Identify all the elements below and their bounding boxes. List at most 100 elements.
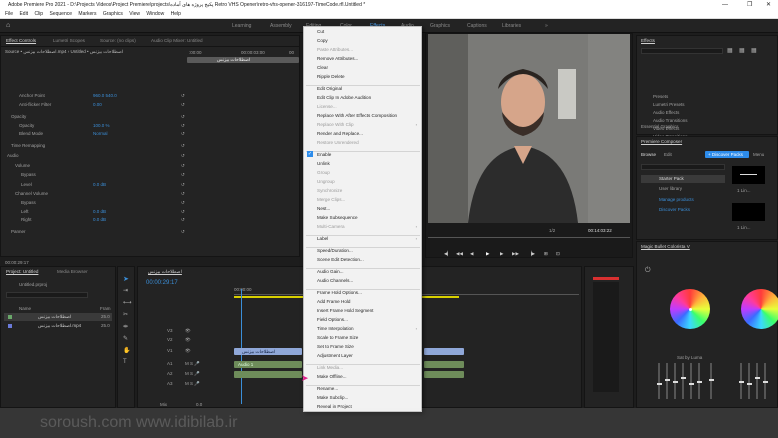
track-label[interactable]: V3 [167,328,173,333]
reset-icon[interactable]: ↺ [181,123,185,129]
fader-knob[interactable] [688,382,694,385]
ec-row-value[interactable]: 0.0 dB [93,182,106,187]
pen-icon[interactable]: ✎ [123,335,128,342]
menu-item-unlink[interactable]: Unlink [317,161,330,166]
fader-knob[interactable] [762,381,768,383]
menu-item-frame-hold-options[interactable]: Frame Hold Options... [317,290,362,295]
reset-icon[interactable]: ↺ [181,93,185,99]
reset-icon[interactable]: ↺ [181,114,185,120]
step-forward-icon[interactable]: ▕▶ [528,251,535,257]
menu-item-make-subclip[interactable]: Make Subclip... [317,395,348,400]
type-icon[interactable]: T [123,359,127,365]
workspace-captions[interactable]: Captions [467,23,487,29]
workspace-libraries[interactable]: Libraries [502,23,521,29]
fader-knob[interactable] [708,379,714,382]
fader-knob[interactable] [746,382,752,385]
mute-solo-icon[interactable]: M S 🎤 [185,361,200,367]
menu-item-set-to-frame-size[interactable]: Set to Frame Size [317,344,354,349]
composer-title[interactable]: Premiere Composer [641,139,682,144]
menu-item-remove-attributes[interactable]: Remove Attributes... [317,56,358,61]
accelerated-icon[interactable]: ▦ [739,47,745,54]
reset-icon[interactable]: ↺ [181,182,185,188]
track-label[interactable]: A1 [167,361,173,366]
reset-icon[interactable]: ↺ [181,209,185,215]
tab-source[interactable]: Source: (no clips) [100,38,136,43]
mute-solo-icon[interactable]: M S 🎤 [185,371,200,377]
timeline-audio-clip[interactable]: Audio 1 [234,361,302,368]
menu-help[interactable]: Help [171,10,181,19]
timeline-tab[interactable]: اصطلاحات بیزنس [148,269,182,275]
tree-item-starter-pack[interactable]: Starter Pack [641,175,725,183]
menu-item-ripple-delete[interactable]: Ripple Delete [317,74,345,79]
fader-knob[interactable] [664,379,670,382]
effects-folder-item[interactable]: Presets [653,94,668,99]
ec-row-value[interactable]: Normal [93,131,108,136]
menu-item-speed-duration[interactable]: Speed/Duration... [317,248,353,253]
timeline-video-clip[interactable] [424,348,464,355]
effects-folder-item[interactable]: Lumetri Presets [653,102,685,107]
pack-thumbnail[interactable] [732,203,765,221]
tab-project[interactable]: Project: Untitled [6,269,38,274]
reset-icon[interactable]: ↺ [181,172,185,178]
fader-knob[interactable] [738,381,744,383]
menu-view[interactable]: View [129,10,140,19]
workspace-learning[interactable]: Learning [232,23,251,29]
yuv-icon[interactable]: ▦ [751,47,757,54]
reset-icon[interactable]: ↺ [181,163,185,169]
menu-item-copy[interactable]: Copy [317,38,328,43]
fader-knob[interactable] [656,382,662,385]
menu-file[interactable]: File [5,10,13,19]
reset-icon[interactable]: ↺ [181,200,185,206]
rewind-icon[interactable]: ◀◀ [456,251,463,257]
menu-graphics[interactable]: Graphics [103,10,123,19]
eye-icon[interactable]: 👁 [185,337,191,343]
fader-track[interactable] [690,363,692,399]
ec-row-value[interactable]: 100.0 % [93,123,110,128]
workspace-assembly[interactable]: Assembly [270,23,292,29]
home-icon[interactable]: ⌂ [6,22,10,29]
reset-icon[interactable]: ↺ [181,131,185,137]
eye-icon[interactable]: 👁 [185,328,191,334]
hand-icon[interactable]: ✋ [123,347,130,354]
ec-timecode[interactable]: 00:00:29:17 [5,260,29,265]
menu-clip[interactable]: Clip [34,10,43,19]
ripple-edit-icon[interactable]: ⟷ [123,299,132,306]
razor-icon[interactable]: ✂ [123,311,128,318]
monitor-timecode[interactable]: 00:14:03:22 [588,228,612,233]
menu-markers[interactable]: Markers [78,10,96,19]
track-label[interactable]: A2 [167,371,173,376]
menu-item-clear[interactable]: Clear [317,65,328,70]
effects-title[interactable]: Effects [641,38,655,43]
workspace-more-icon[interactable]: » [545,23,548,29]
menu-item-insert-frame-hold-segment[interactable]: Insert Frame Hold Segment [317,308,373,313]
fader-knob[interactable] [672,381,678,383]
project-search-input[interactable] [6,292,88,298]
menu-window[interactable]: Window [146,10,164,19]
menu-item-scale-to-frame-size[interactable]: Scale to Frame Size [317,335,358,340]
workspace-graphics[interactable]: Graphics [430,23,450,29]
list-item[interactable]: اصطلاحات بیزنس.mp4 25.0 [4,322,112,330]
composer-menu-button[interactable]: Menu [753,152,764,157]
timeline-audio-clip[interactable] [424,361,464,368]
menu-item-rename[interactable]: Rename... [317,386,338,391]
tree-item-user-library[interactable]: User library [659,186,682,191]
tab-media-browser[interactable]: Media Browser [57,269,88,274]
tab-audio-clip-mixer[interactable]: Audio Clip Mixer: Untitled [151,38,203,43]
effects-folder-item[interactable]: Audio Effects [653,110,679,115]
menu-edit[interactable]: Edit [19,10,28,19]
menu-item-label[interactable]: Label [317,236,328,241]
color-wheel-midtones[interactable] [741,289,778,329]
track-label[interactable]: A3 [167,381,173,386]
composer-tab-browse[interactable]: Browse [641,152,656,157]
tab-lumetri-scopes[interactable]: Lumetri Scopes [53,38,85,43]
fader-track[interactable] [756,363,758,399]
reset-icon[interactable]: ↺ [181,217,185,223]
fader-knob[interactable] [696,381,702,383]
manage-products-link[interactable]: Manage products [659,197,694,202]
lift-icon[interactable]: ⊞ [544,251,548,257]
column-frame-rate[interactable]: Fram [100,306,111,311]
menu-item-time-interpolation[interactable]: Time Interpolation [317,326,354,331]
track-label[interactable]: V1 [167,348,173,353]
next-frame-icon[interactable]: ▶ [500,251,503,257]
menu-item-make-subsequence[interactable]: Make Subsequence [317,215,358,220]
